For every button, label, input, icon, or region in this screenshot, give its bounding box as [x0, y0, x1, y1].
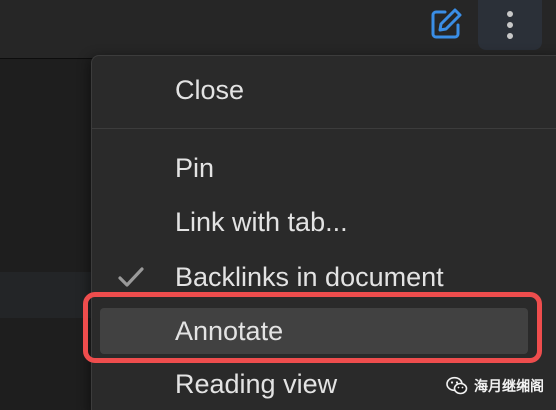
menu-item-label: Backlinks in document — [175, 262, 444, 292]
menu-item-label: Link with tab... — [175, 207, 348, 237]
edit-icon — [431, 8, 462, 39]
watermark-text: 海月继缃阁 — [474, 378, 544, 394]
checkmark-icon — [118, 267, 144, 287]
background-panel — [0, 272, 91, 318]
menu-item-label: Close — [175, 75, 245, 105]
menu-item-annotate[interactable]: Annotate — [100, 308, 528, 354]
menu-item-pin[interactable]: Pin — [92, 145, 556, 191]
watermark: 海月继缃阁 — [446, 372, 544, 400]
menu-item-label: Reading view — [175, 369, 338, 399]
menu-item-backlinks-in-document[interactable]: Backlinks in document — [92, 254, 556, 300]
app-window: Close Pin Link with tab... Backlinks in … — [0, 0, 556, 410]
menu-item-close[interactable]: Close — [92, 67, 556, 113]
edit-button[interactable] — [426, 4, 466, 44]
context-menu: Close Pin Link with tab... Backlinks in … — [91, 55, 556, 410]
menu-item-label: Annotate — [175, 316, 284, 346]
view-header — [0, 0, 556, 59]
more-options-button[interactable] — [478, 0, 542, 50]
wechat-icon — [446, 376, 468, 395]
more-vertical-icon — [507, 11, 513, 39]
menu-separator — [92, 128, 556, 129]
menu-item-label: Pin — [175, 153, 215, 183]
menu-item-link-with-tab[interactable]: Link with tab... — [92, 199, 556, 245]
